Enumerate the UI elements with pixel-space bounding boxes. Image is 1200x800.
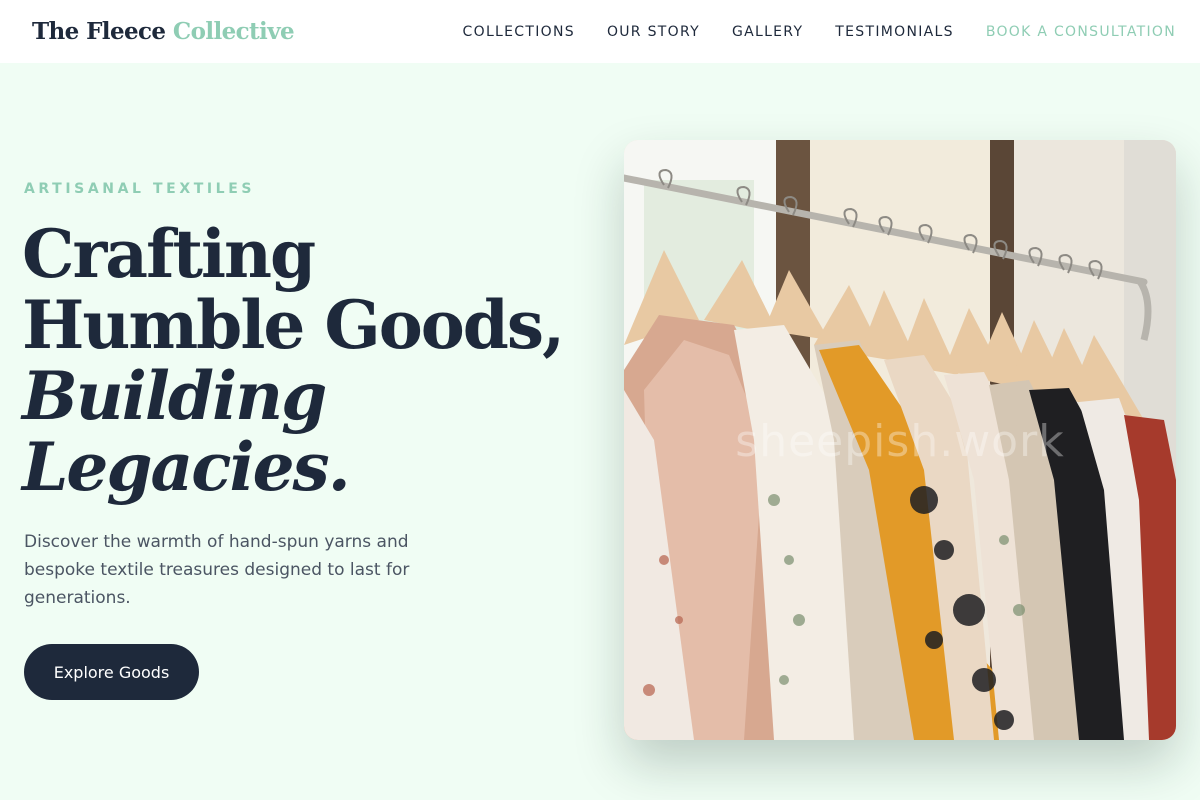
brand-logo[interactable]: The Fleece Collective	[32, 18, 295, 45]
hero-image-clothing-rack: sheepish.work	[624, 140, 1176, 740]
main-nav: COLLECTIONS OUR STORY GALLERY TESTIMONIA…	[463, 24, 1176, 40]
nav-link-collections[interactable]: COLLECTIONS	[463, 24, 575, 40]
nav-link-our-story[interactable]: OUR STORY	[607, 24, 700, 40]
nav-link-testimonials[interactable]: TESTIMONIALS	[835, 24, 954, 40]
brand-name: The Fleece	[32, 18, 166, 45]
clothing-rack-illustration	[624, 140, 1176, 740]
explore-goods-button[interactable]: Explore Goods	[24, 644, 199, 700]
hero-eyebrow: ARTISANAL TEXTILES	[24, 181, 256, 197]
headline-line-4: Legacies.	[22, 428, 351, 506]
headline-line-2: Humble Goods,	[22, 286, 565, 364]
headline-line-1: Crafting	[22, 215, 316, 293]
nav-link-gallery[interactable]: GALLERY	[732, 24, 803, 40]
hero-headline: Crafting Humble Goods, Building Legacies…	[22, 219, 602, 503]
brand-name-accent: Collective	[172, 18, 295, 45]
hero-description: Discover the warmth of hand-spun yarns a…	[24, 532, 410, 608]
nav-link-book-consultation[interactable]: BOOK A CONSULTATION	[986, 24, 1176, 40]
site-header: The Fleece Collective COLLECTIONS OUR ST…	[0, 0, 1200, 63]
headline-line-3: Building	[22, 357, 327, 435]
hero-section: ARTISANAL TEXTILES Crafting Humble Goods…	[0, 63, 1200, 800]
